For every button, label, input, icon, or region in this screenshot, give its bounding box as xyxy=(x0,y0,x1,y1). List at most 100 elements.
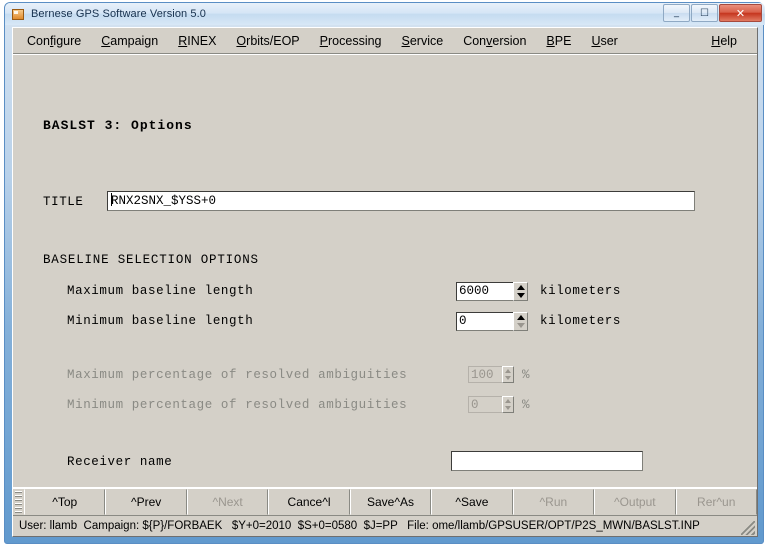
max-baseline-length-label: Maximum baseline length xyxy=(67,284,254,298)
menu-text-post: ampaign xyxy=(110,33,159,48)
button-next: ^Next xyxy=(186,489,269,515)
spinner-up-button xyxy=(503,367,513,375)
menu-text-mnemonic: H xyxy=(711,33,721,48)
spinner-down-button xyxy=(503,375,513,383)
window-title-bar[interactable]: Bernese GPS Software Version 5.0 _ ☐ ✕ xyxy=(5,3,765,25)
spinner-up-button xyxy=(503,397,513,405)
max-baseline-length-value[interactable]: 6000 xyxy=(456,282,513,301)
menu-text-post: rbits/EOP xyxy=(246,33,300,48)
menu-bar: Configure Campaign RINEX Orbits/EOP Proc… xyxy=(13,28,757,54)
button-save[interactable]: ^Save xyxy=(431,489,513,515)
spinner-up-button[interactable] xyxy=(514,313,527,322)
button-run: ^Run xyxy=(512,489,595,515)
button-top[interactable]: ^Top xyxy=(24,489,106,515)
max-ambiguities-units: % xyxy=(522,368,531,382)
menu-item-processing[interactable]: Processing xyxy=(310,32,392,50)
app-document-icon xyxy=(12,8,25,21)
menu-text-post: elp xyxy=(720,33,737,48)
chevron-down-icon xyxy=(516,323,525,329)
menu-text-mnemonic: B xyxy=(546,33,555,48)
client-area: Configure Campaign RINEX Orbits/EOP Proc… xyxy=(12,27,758,537)
menu-text-post: ersion xyxy=(492,33,527,48)
title-field-label: TITLE xyxy=(43,195,84,209)
menu-item-rinex[interactable]: RINEX xyxy=(168,32,226,50)
max-baseline-length-arrows[interactable] xyxy=(513,282,528,301)
spinner-down-button[interactable] xyxy=(514,292,527,301)
max-ambiguities-value: 100 xyxy=(468,366,502,383)
menu-item-help[interactable]: Help xyxy=(701,32,747,50)
menu-text-mnemonic: R xyxy=(178,33,188,48)
status-bar-text: User: llamb Campaign: ${P}/FORBAEK $Y+0=… xyxy=(19,520,700,532)
options-form: BASLST 3: Options TITLE RNX2SNX_$YSS+0 B… xyxy=(13,54,757,487)
status-bar: User: llamb Campaign: ${P}/FORBAEK $Y+0=… xyxy=(13,515,757,536)
min-ambiguities-units: % xyxy=(522,398,531,412)
button-prev[interactable]: ^Prev xyxy=(105,489,187,515)
menu-item-conversion[interactable]: Conversion xyxy=(453,32,536,50)
resize-grip-icon[interactable] xyxy=(741,521,755,535)
menu-item-campaign[interactable]: Campaign xyxy=(91,32,168,50)
min-baseline-length-value[interactable]: 0 xyxy=(456,312,513,331)
chevron-up-icon xyxy=(516,314,525,320)
menu-text-pre: Con xyxy=(27,33,50,48)
application-window: Bernese GPS Software Version 5.0 _ ☐ ✕ C… xyxy=(4,2,765,544)
menu-text-post: PE xyxy=(554,33,572,48)
window-controls: _ ☐ ✕ xyxy=(663,4,762,22)
max-ambiguities-spinner: 100 xyxy=(468,366,514,383)
action-button-bar: ^Top ^Prev ^Next Cance^l Save^As ^Save ^… xyxy=(13,487,757,515)
menu-text-mnemonic: O xyxy=(236,33,247,48)
max-baseline-length-spinner[interactable]: 6000 xyxy=(456,282,528,301)
menu-text-post: ser xyxy=(600,33,618,48)
min-baseline-length-spinner[interactable]: 0 xyxy=(456,312,528,331)
menu-item-orbits-eop[interactable]: Orbits/EOP xyxy=(226,32,309,50)
menu-text-mnemonic: C xyxy=(101,33,111,48)
spinner-down-button[interactable] xyxy=(514,322,527,331)
menu-text-post: igure xyxy=(53,33,82,48)
menu-item-user[interactable]: User xyxy=(581,32,627,50)
maximize-button[interactable]: ☐ xyxy=(691,4,718,22)
menu-item-bpe[interactable]: BPE xyxy=(536,32,581,50)
title-input[interactable]: RNX2SNX_$YSS+0 xyxy=(107,191,695,211)
chevron-up-icon xyxy=(505,368,511,373)
minimize-button[interactable]: _ xyxy=(663,4,690,22)
receiver-name-input[interactable] xyxy=(451,451,643,471)
min-ambiguities-arrows xyxy=(502,396,514,413)
button-rerun: Rer^un xyxy=(675,489,757,515)
minimize-icon: _ xyxy=(674,7,679,18)
spinner-up-button[interactable] xyxy=(514,283,527,292)
page-title: BASLST 3: Options xyxy=(43,118,193,133)
min-baseline-length-units: kilometers xyxy=(540,314,622,328)
min-baseline-length-arrows[interactable] xyxy=(513,312,528,331)
menu-item-service[interactable]: Service xyxy=(392,32,454,50)
button-cancel[interactable]: Cance^l xyxy=(268,489,350,515)
button-save-as[interactable]: Save^As xyxy=(349,489,432,515)
max-ambiguities-label: Maximum percentage of resolved ambiguiti… xyxy=(67,368,408,382)
menu-item-configure[interactable]: Configure xyxy=(17,32,91,50)
close-icon: ✕ xyxy=(735,6,746,20)
min-ambiguities-label: Minimum percentage of resolved ambiguiti… xyxy=(67,398,408,412)
menu-text-post: INEX xyxy=(187,33,217,48)
spinner-down-button xyxy=(503,405,513,413)
close-button[interactable]: ✕ xyxy=(719,4,762,22)
chevron-up-icon xyxy=(505,398,511,403)
desktop-background: Bernese GPS Software Version 5.0 _ ☐ ✕ C… xyxy=(0,0,772,550)
chevron-down-icon xyxy=(516,293,525,299)
min-baseline-length-label: Minimum baseline length xyxy=(67,314,254,328)
menu-text-pre: Con xyxy=(463,33,487,48)
max-baseline-length-units: kilometers xyxy=(540,284,622,298)
section-heading-baseline-selection: BASELINE SELECTION OPTIONS xyxy=(43,253,259,267)
window-title: Bernese GPS Software Version 5.0 xyxy=(31,8,207,20)
max-ambiguities-arrows xyxy=(502,366,514,383)
toolbar-grip[interactable] xyxy=(15,491,22,513)
menu-text-mnemonic: P xyxy=(319,33,328,48)
menu-text-post: ervice xyxy=(409,33,444,48)
menu-text-mnemonic: S xyxy=(401,33,410,48)
receiver-name-label: Receiver name xyxy=(67,455,173,469)
title-input-value: RNX2SNX_$YSS+0 xyxy=(111,194,217,208)
min-ambiguities-spinner: 0 xyxy=(468,396,514,413)
min-ambiguities-value: 0 xyxy=(468,396,502,413)
chevron-up-icon xyxy=(516,284,525,290)
menu-text-post: rocessing xyxy=(328,33,382,48)
button-output: ^Output xyxy=(594,489,676,515)
chevron-down-icon xyxy=(505,376,511,381)
maximize-icon: ☐ xyxy=(700,7,709,19)
